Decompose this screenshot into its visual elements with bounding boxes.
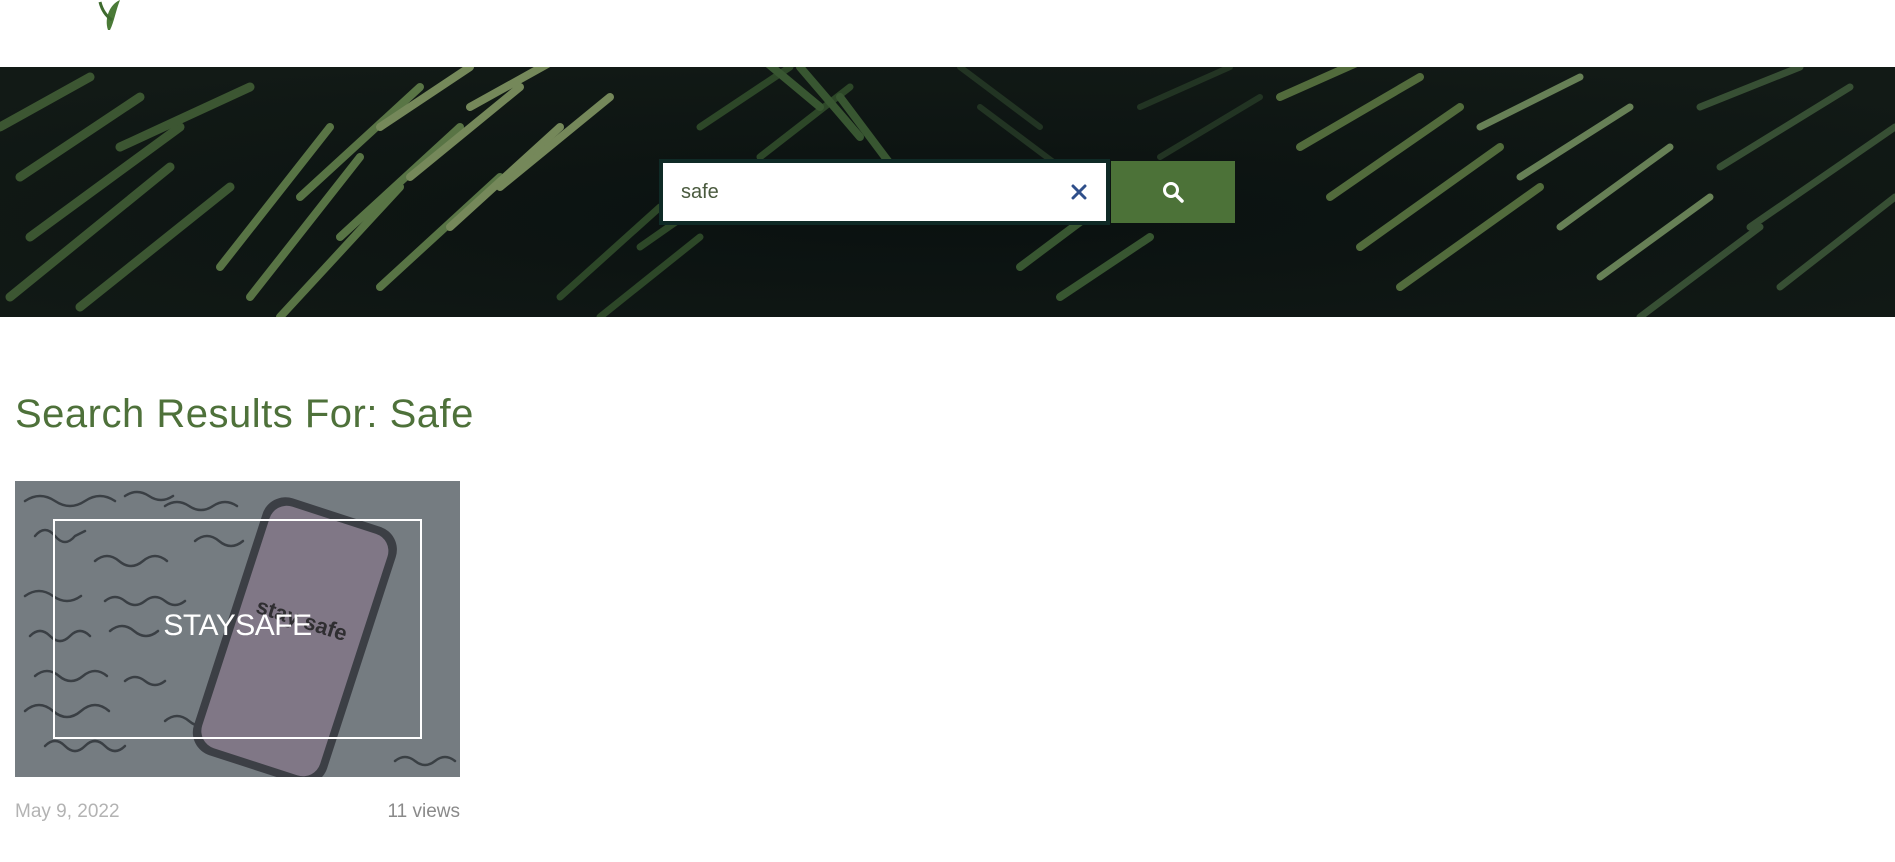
logo-leaf-icon[interactable]	[80, 0, 140, 30]
search-box	[659, 159, 1110, 225]
search-input[interactable]	[681, 177, 1041, 207]
search-icon	[1163, 182, 1184, 203]
card-date: May 9, 2022	[15, 801, 120, 822]
card-title: STAYSAFE	[163, 609, 312, 642]
search-results-title: Search Results For: Safe	[15, 392, 474, 436]
search-submit-button[interactable]	[1111, 161, 1235, 223]
card-views: 11 views	[387, 801, 460, 822]
result-card[interactable]: stay safe STAYSAFE	[15, 481, 460, 777]
close-icon	[1071, 184, 1087, 200]
clear-search-button[interactable]	[1064, 177, 1094, 207]
top-header	[0, 0, 1895, 67]
